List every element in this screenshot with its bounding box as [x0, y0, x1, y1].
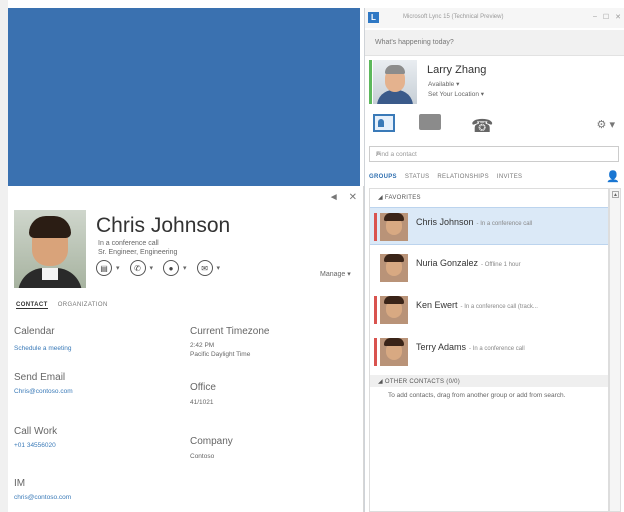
contact-list: ◢ FAVORITES Chris Johnson - In a conferen…: [369, 188, 609, 512]
contact-tabs: GROUPS STATUS RELATIONSHIPS INVITES: [369, 174, 522, 180]
desktop-background: [8, 8, 360, 186]
contact-actions: ▤ ▾ ✆ ▾ ● ▾ ✉ ▾: [96, 260, 226, 276]
contact-title: Sr. Engineer, Engineering: [98, 249, 178, 256]
other-contacts-note: To add contacts, drag from another group…: [388, 392, 566, 399]
presence-indicator: [374, 296, 377, 324]
scrollbar[interactable]: ▲: [609, 188, 621, 512]
office-value: 41/1021: [190, 399, 214, 406]
call-work-label: Call Work: [14, 426, 58, 437]
schedule-meeting-link[interactable]: Schedule a meeting: [14, 345, 71, 352]
my-status-dropdown[interactable]: Available ▾: [428, 80, 459, 88]
conversations-icon[interactable]: [419, 114, 441, 130]
avatar: [380, 296, 408, 324]
im-label: IM: [14, 478, 26, 489]
call-work-link[interactable]: +01 34556020: [14, 442, 56, 449]
chevron-down-icon[interactable]: ▾: [116, 264, 120, 272]
presence-indicator: [374, 338, 377, 366]
contact-name: Chris Johnson: [416, 217, 474, 227]
lync-logo-icon: L: [368, 12, 379, 23]
scroll-up-icon[interactable]: ▲: [612, 191, 619, 198]
send-email-label: Send Email: [14, 372, 66, 383]
whats-happening-text: What's happening today?: [375, 39, 454, 46]
window-title: Microsoft Lync 15 (Technical Preview): [403, 14, 504, 20]
contacts-icon[interactable]: [373, 114, 395, 132]
chevron-down-icon[interactable]: ▾: [217, 264, 221, 272]
card-controls: ◄ ✕: [329, 192, 357, 203]
contact-name: Nuria Gonzalez: [416, 258, 479, 268]
pin-icon[interactable]: ◄: [329, 192, 339, 203]
tab-organization[interactable]: ORGANIZATION: [58, 302, 108, 309]
contact-name: Chris Johnson: [96, 214, 231, 237]
im-link[interactable]: chris@contoso.com: [14, 494, 71, 501]
add-contact-icon[interactable]: 👤: [606, 170, 620, 183]
contact-status: In a conference call: [98, 240, 159, 247]
contact-card: ◄ ✕ Chris Johnson In a conference call S…: [8, 186, 364, 512]
office-label: Office: [190, 382, 216, 393]
contact-name: Terry Adams: [416, 342, 467, 352]
tab-relationships[interactable]: RELATIONSHIPS: [437, 174, 488, 180]
phone-icon[interactable]: ☎: [471, 116, 493, 136]
contact-name: Ken Ewert: [416, 300, 458, 310]
title-bar: L Microsoft Lync 15 (Technical Preview) …: [365, 8, 624, 28]
email-link[interactable]: Chris@contoso.com: [14, 388, 73, 395]
presence-indicator: [374, 213, 377, 241]
my-location-dropdown[interactable]: Set Your Location ▾: [428, 90, 484, 98]
timezone-name: Pacific Daylight Time: [190, 351, 251, 358]
contact-status: - In a conference call: [469, 346, 525, 352]
video-icon[interactable]: ●: [163, 260, 180, 276]
list-item[interactable]: Terry Adams - In a conference call: [370, 333, 608, 371]
whats-happening-field[interactable]: What's happening today?: [365, 30, 624, 56]
search-input[interactable]: Find a contact ⌕: [369, 146, 619, 162]
maximize-icon[interactable]: ☐: [603, 13, 609, 21]
left-edge: [0, 0, 8, 512]
list-item[interactable]: Ken Ewert - In a conference call (track..…: [370, 291, 608, 329]
tab-contact[interactable]: CONTACT: [16, 302, 48, 309]
minimize-icon[interactable]: –: [593, 13, 597, 21]
avatar: [380, 213, 408, 241]
gear-icon[interactable]: ⚙ ▾: [597, 118, 615, 131]
my-avatar[interactable]: [373, 60, 417, 104]
lync-window: L Microsoft Lync 15 (Technical Preview) …: [364, 8, 624, 512]
close-icon[interactable]: ✕: [349, 192, 357, 203]
list-item[interactable]: Chris Johnson - In a conference call: [370, 207, 608, 245]
tab-invites[interactable]: INVITES: [497, 174, 522, 180]
company-value: Contoso: [190, 453, 215, 460]
email-icon[interactable]: ✉: [196, 260, 213, 276]
contact-photo: [14, 210, 86, 288]
my-name: Larry Zhang: [427, 64, 487, 76]
view-switcher: ☎ ⚙ ▾: [365, 108, 624, 142]
chat-icon[interactable]: ▤: [96, 260, 112, 276]
avatar: [380, 338, 408, 366]
contact-status: - In a conference call (track...: [460, 304, 538, 310]
contact-status: - In a conference call: [476, 221, 533, 227]
close-icon[interactable]: ✕: [615, 13, 621, 21]
tab-groups[interactable]: GROUPS: [369, 174, 397, 180]
timezone-label: Current Timezone: [190, 326, 270, 337]
search-icon[interactable]: ⌕: [376, 148, 614, 159]
window-controls: – ☐ ✕: [593, 13, 621, 21]
company-label: Company: [190, 436, 233, 447]
presence-bar: [369, 60, 372, 104]
phone-icon[interactable]: ✆: [129, 260, 146, 276]
list-item[interactable]: Nuria Gonzalez - Offline 1 hour: [370, 249, 608, 287]
chevron-down-icon[interactable]: ▾: [183, 264, 187, 272]
favorites-header[interactable]: ◢ FAVORITES: [370, 191, 608, 203]
presence-indicator: [374, 254, 377, 282]
other-contacts-header[interactable]: ◢ OTHER CONTACTS (0/0): [370, 375, 608, 387]
timezone-time: 2:42 PM: [190, 342, 215, 349]
card-tabs: CONTACT ORGANIZATION: [16, 302, 108, 309]
tab-status[interactable]: STATUS: [405, 174, 430, 180]
calendar-label: Calendar: [14, 326, 55, 337]
chevron-down-icon[interactable]: ▾: [150, 264, 154, 272]
contact-status: - Offline 1 hour: [481, 262, 521, 268]
manage-button[interactable]: Manage ▾: [320, 270, 351, 278]
avatar: [380, 254, 408, 282]
